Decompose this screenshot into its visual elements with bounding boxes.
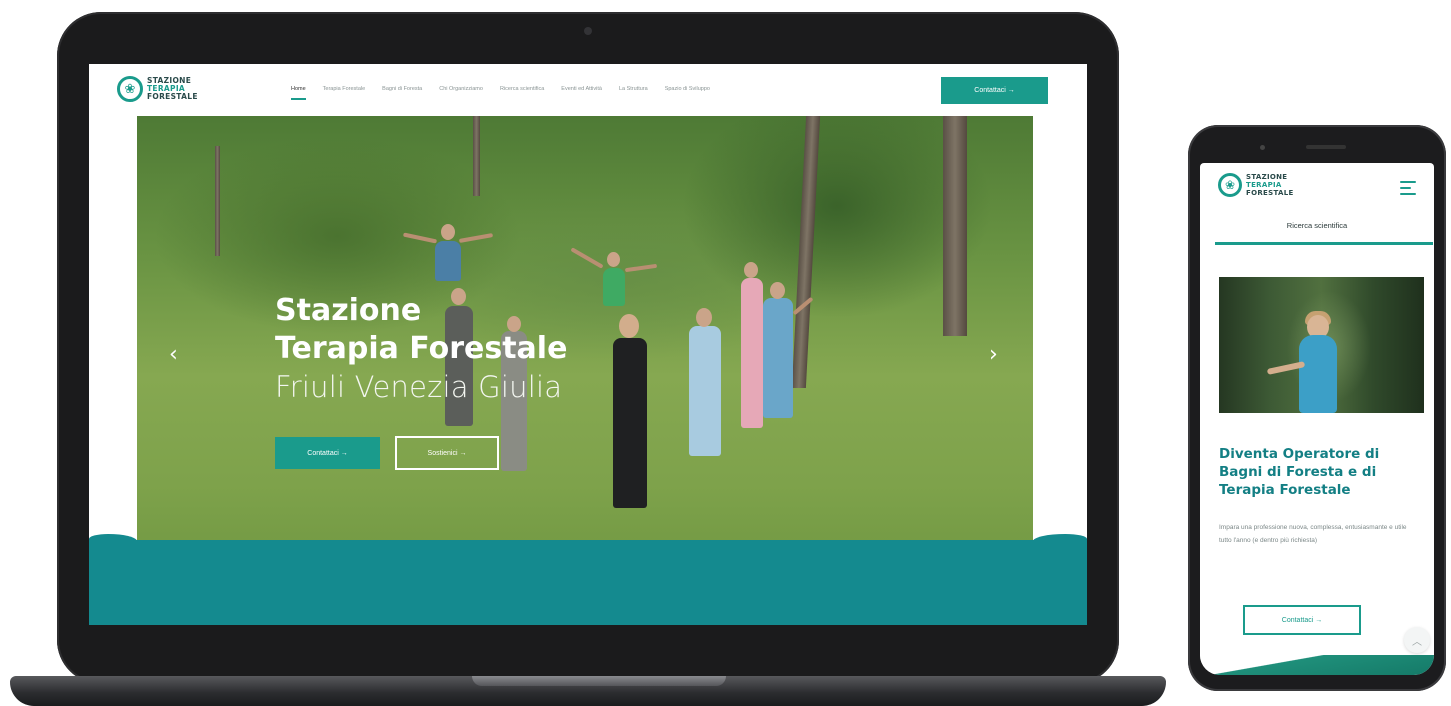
desktop-screen: ❀ STAZIONE TERAPIA FORESTALE Home Terapi… [89,64,1087,625]
mobile-logo[interactable]: ❀ STAZIONE TERAPIA FORESTALE [1218,173,1294,197]
logo-line3: FORESTALE [147,92,198,101]
header-contact-button[interactable]: Contattaci → [941,77,1048,104]
leaf-circle-icon: ❀ [1218,173,1242,197]
hero-title-line2: Terapia Forestale [275,331,568,366]
slider-next-icon[interactable]: › [989,342,998,367]
person-head [696,308,712,327]
nav-chi-organizziamo[interactable]: Chi Organizziamo [439,86,483,92]
person [763,298,793,418]
phone-speaker [1306,145,1346,149]
logo-line3: FORESTALE [1246,189,1294,197]
nav-bagni-di-foresta[interactable]: Bagni di Foresta [382,86,422,92]
hero-title: Stazione Terapia Forestale Friuli Venezi… [275,292,567,406]
logo-line2: TERAPIA [1246,181,1282,189]
logo-text: STAZIONE TERAPIA FORESTALE [147,77,198,101]
tree-trunk [943,116,967,336]
phone-frame: ❀ STAZIONE TERAPIA FORESTALE Ricerca sci… [1188,125,1446,691]
nav-spazio-sviluppo[interactable]: Spazio di Sviluppo [665,86,710,92]
person [741,278,763,428]
person-body [1299,335,1337,413]
mobile-screen: ❀ STAZIONE TERAPIA FORESTALE Ricerca sci… [1200,163,1434,675]
nav-ricerca-scientifica[interactable]: Ricerca scientifica [500,86,544,92]
section-divider [1215,242,1433,245]
mobile-heading: Diventa Operatore di Bagni di Foresta e … [1219,446,1380,498]
hamburger-icon[interactable] [1400,181,1416,199]
person [689,326,721,456]
person-head [619,314,639,338]
person [435,241,461,281]
teal-band [89,540,1087,625]
hero-contact-button[interactable]: Contattaci → [275,437,380,469]
nav-eventi[interactable]: Eventi ed Attività [561,86,602,92]
hero-title-line1: Stazione [275,293,422,328]
mobile-section-title[interactable]: Ricerca scientifica [1200,221,1434,230]
site-logo[interactable]: ❀ STAZIONE TERAPIA FORESTALE [117,76,198,102]
logo-line1: STAZIONE [1246,173,1288,181]
wave-decoration [1200,655,1434,675]
mobile-hero-photo [1219,277,1424,413]
person-arm [402,232,438,244]
tree-trunk [215,146,220,256]
nav-home[interactable]: Home [291,86,306,100]
person [613,338,647,508]
site-header: ❀ STAZIONE TERAPIA FORESTALE Home Terapi… [89,64,1087,116]
laptop-notch [472,676,726,686]
person-arm [624,263,658,273]
laptop-base [10,676,1166,706]
tree-trunk [791,116,821,388]
hero-slider: Stazione Terapia Forestale Friuli Venezi… [137,116,1033,589]
person [603,268,625,306]
person-head [441,224,455,240]
slider-prev-icon[interactable]: ‹ [169,342,178,367]
person-head [607,252,620,267]
person-head [770,282,785,299]
logo-text: STAZIONE TERAPIA FORESTALE [1246,173,1294,197]
hero-support-button[interactable]: Sostienici → [395,436,499,470]
tree-trunk [473,116,480,196]
laptop-camera [584,27,592,35]
leaf-circle-icon: ❀ [117,76,143,102]
hero-subtitle: Friuli Venezia Giulia [275,370,563,404]
mobile-paragraph: Impara una professione nuova, complessa,… [1219,524,1407,544]
mobile-contact-button[interactable]: Contattaci → [1243,605,1361,635]
person-head [744,262,758,278]
main-nav: Home Terapia Forestale Bagni di Foresta … [291,86,710,100]
person-arm [570,247,604,269]
chevron-up-icon[interactable]: ︿ [1404,627,1430,653]
person-arm [458,233,494,243]
nav-terapia-forestale[interactable]: Terapia Forestale [323,86,366,92]
phone-camera [1260,145,1265,150]
nav-la-struttura[interactable]: La Struttura [619,86,648,92]
